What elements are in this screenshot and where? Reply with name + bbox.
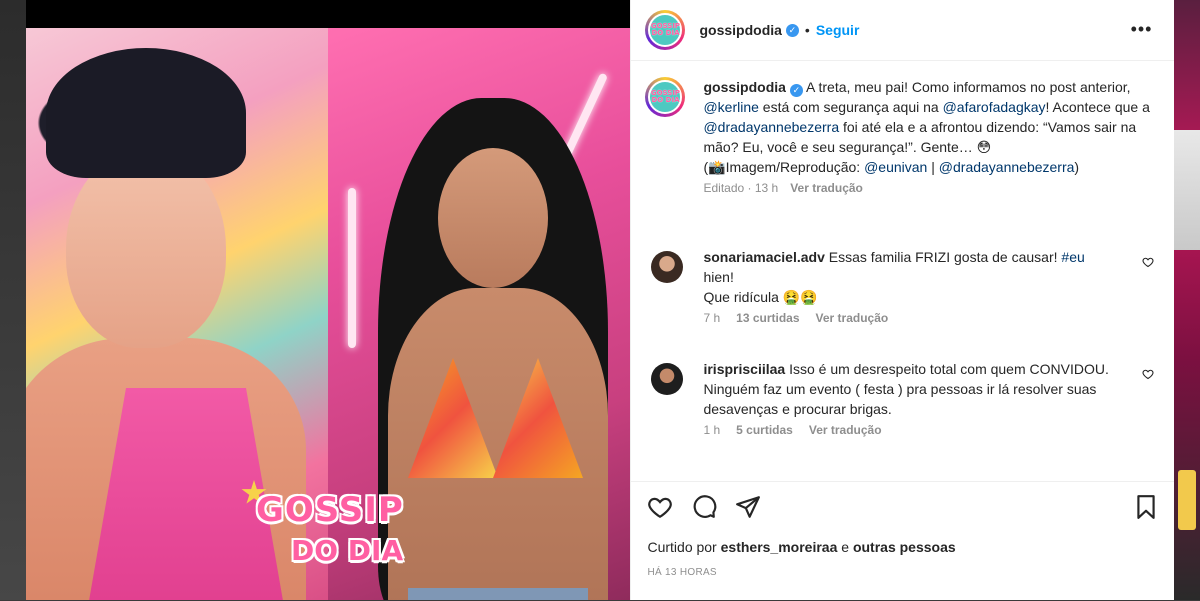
comment-fragment: Essas familia FRIZI gosta de causar! [824,249,1062,265]
brand-line-2: DO DIA [291,534,404,567]
backdrop-fragment [1174,130,1200,250]
commenter-username[interactable]: irisprisciilaa [703,361,785,377]
post-sidebar: GOSSIP DO DIA gossipdodia ✓ • Seguir •••… [630,0,1175,601]
comments-scroll[interactable]: GOSSIP DO DIA gossipdodia ✓ A treta, meu … [631,61,1174,481]
mention-link[interactable]: @kerline [703,99,758,115]
avatar-logo: GOSSIP DO DIA [648,80,683,114]
liked-by-line: Curtido por esthers_moreiraa e outras pe… [647,539,955,555]
comment-like-heart-icon[interactable] [1142,367,1154,380]
post-header: GOSSIP DO DIA gossipdodia ✓ • Seguir ••• [631,0,1175,61]
commenter-username[interactable]: sonariamaciel.adv [703,249,824,265]
commenter-avatar[interactable] [651,363,684,395]
verified-badge-icon: ✓ [789,84,803,97]
caption-fragment: (📸Imagem/Reprodução: [703,159,865,175]
post-caption: GOSSIP DO DIA gossipdodia ✓ A treta, meu … [645,77,1160,195]
caption-username[interactable]: gossipdodia [703,79,785,95]
comment-fragment: hien! [703,269,734,285]
comment-time: 7 h [703,311,721,325]
comment-fragment: Que ridícula 🤮🤮 [703,289,818,305]
caption-avatar[interactable]: GOSSIP DO DIA [645,77,686,117]
mention-link[interactable]: @eunivan [864,159,927,175]
photo-shape [408,588,588,600]
comment-time: 1 h [703,423,721,437]
comment-likes[interactable]: 13 curtidas [736,311,799,325]
avatar-text: DO DIA [651,96,680,104]
post-modal: GOSSIP DO DIA GOSSIP DO DIA gossipdodia … [26,0,1175,601]
post-timestamp[interactable]: HÁ 13 HORAS [647,567,716,578]
backdrop-fragment [1178,470,1196,530]
media-letterbox [26,0,631,28]
hashtag-link[interactable]: #eu [1061,249,1084,265]
comment-meta: 7 h 13 curtidas Ver tradução [703,311,1160,325]
post-media[interactable]: GOSSIP DO DIA [26,0,631,600]
comment-bubble-icon[interactable] [691,494,717,520]
like-heart-icon[interactable] [647,494,673,520]
caption-fragment: está com segurança aqui na [758,99,943,115]
avatar-text: DO DIA [651,29,680,37]
edited-time: Editado · 13 h [703,181,779,195]
post-actions: Curtido por esthers_moreiraa e outras pe… [631,481,1175,601]
photo-shape [66,148,226,348]
save-bookmark-icon[interactable] [1133,494,1159,520]
caption-fragment: | [927,159,939,175]
comment-item: irisprisciilaa Isso é um desrespeito tot… [645,359,1160,437]
backdrop-right [1174,0,1200,600]
brand-line-1: GOSSIP [256,490,404,530]
author-avatar[interactable]: GOSSIP DO DIA [645,10,686,50]
comment-text: irisprisciilaa Isso é um desrespeito tot… [703,359,1160,419]
follow-button[interactable]: Seguir [816,22,860,38]
comment-item: sonariamaciel.adv Essas familia FRIZI go… [645,247,1160,325]
verified-badge-icon: ✓ [785,23,799,37]
caption-text: gossipdodia ✓ A treta, meu pai! Como info… [703,77,1160,177]
liked-prefix: Curtido por [647,539,721,555]
comment-likes[interactable]: 5 curtidas [736,423,793,437]
mention-link[interactable]: @dradayannebezerra [939,159,1075,175]
comment-like-heart-icon[interactable] [1142,255,1154,268]
liked-mid: e [837,539,853,555]
caption-fragment: A treta, meu pai! Como informamos no pos… [802,79,1131,95]
more-options-icon[interactable]: ••• [1131,20,1153,38]
author-username[interactable]: gossipdodia [699,22,781,38]
photo-shape [46,48,246,178]
comment-text: sonariamaciel.adv Essas familia FRIZI go… [703,247,1160,307]
separator-dot: • [804,22,810,38]
comment-meta: 1 h 5 curtidas Ver tradução [703,423,1160,437]
photo-shape [348,188,356,348]
liked-user[interactable]: esthers_moreiraa [721,539,838,555]
caption-fragment: ! Acontece que a [1045,99,1150,115]
liked-others[interactable]: outras pessoas [853,539,956,555]
photo-shape [438,148,548,288]
share-paper-plane-icon[interactable] [735,494,761,520]
translate-link[interactable]: Ver tradução [790,181,863,195]
brand-watermark: GOSSIP DO DIA [231,480,431,580]
caption-fragment: ) [1074,159,1080,175]
commenter-avatar[interactable] [651,251,684,283]
translate-link[interactable]: Ver tradução [809,423,882,437]
mention-link[interactable]: @afarofadagkay [943,99,1046,115]
translate-link[interactable]: Ver tradução [816,311,889,325]
backdrop-left [0,0,26,600]
mention-link[interactable]: @dradayannebezerra [703,119,839,135]
avatar-logo: GOSSIP DO DIA [648,13,683,47]
caption-meta: Editado · 13 h Ver tradução [703,181,1160,195]
